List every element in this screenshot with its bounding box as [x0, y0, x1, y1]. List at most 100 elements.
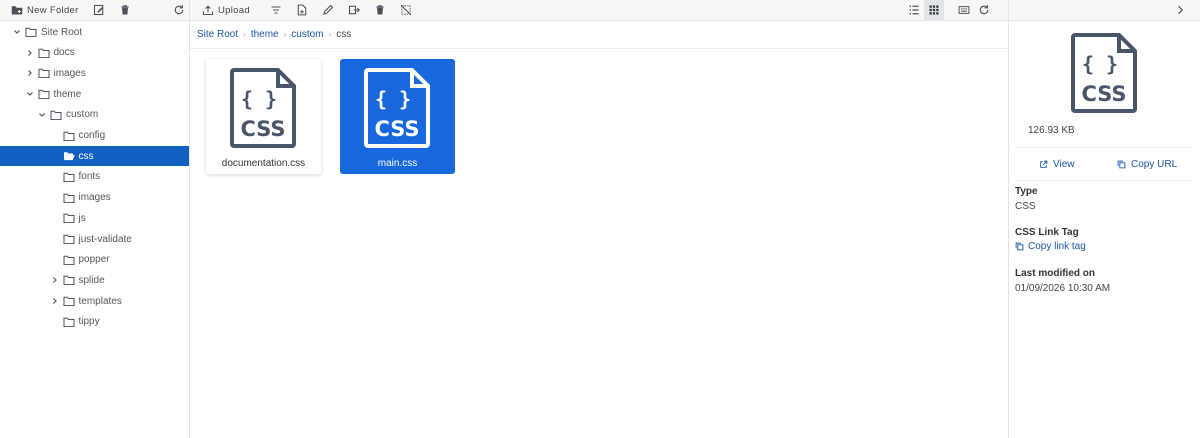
copy-url-label: Copy URL [1131, 158, 1178, 170]
breadcrumb: Site Root › theme › custom › css [190, 21, 1008, 49]
move-icon [348, 5, 360, 15]
list-view-button[interactable] [904, 0, 924, 21]
css-link-tag-label: CSS Link Tag [1015, 227, 1079, 238]
folder-icon [63, 131, 74, 141]
tree-item-popper[interactable]: popper [0, 250, 189, 270]
copy-url-button[interactable]: Copy URL [1117, 159, 1177, 170]
copy-link-tag-button[interactable]: Copy link tag [1015, 241, 1086, 252]
folder-icon [25, 27, 37, 37]
folder-icon [63, 317, 74, 327]
chevron-right-icon[interactable] [25, 68, 35, 78]
new-file-button[interactable] [292, 0, 312, 21]
tree-item-images[interactable]: images [0, 188, 189, 208]
tree-item-label: css [78, 150, 94, 162]
css-file-icon: { } CSS [1071, 33, 1137, 113]
delete-file-button[interactable] [370, 0, 390, 21]
tree-item-label: custom [66, 109, 99, 121]
view-label: View [1053, 158, 1075, 170]
tree-item-theme[interactable]: theme [0, 84, 189, 104]
edit-button[interactable] [318, 0, 338, 21]
thumbnail-view-button[interactable] [954, 0, 974, 21]
chevron-right-icon[interactable] [50, 296, 60, 306]
last-modified-label: Last modified on [1015, 268, 1095, 279]
svg-text:CSS: CSS [1081, 82, 1126, 106]
tree-item-just-validate[interactable]: just-validate [0, 229, 189, 249]
tree-toolbar: New Folder [0, 0, 189, 21]
grid-view-icon [929, 5, 939, 15]
details-toolbar [1009, 0, 1200, 21]
new-folder-icon [11, 6, 23, 15]
tree-item-label: js [78, 212, 86, 224]
chevron-down-icon[interactable] [12, 27, 22, 37]
folder-icon [38, 89, 49, 100]
copy-icon [1015, 242, 1024, 251]
deselect-button[interactable] [396, 0, 416, 21]
breadcrumb-theme[interactable]: theme [251, 29, 279, 40]
file-name: documentation.css [221, 158, 306, 169]
tree-item-site-root[interactable]: Site Root [0, 22, 189, 42]
main-toolbar: Upload [190, 0, 1008, 21]
chevron-down-icon[interactable] [37, 110, 47, 120]
sort-button[interactable] [266, 0, 286, 21]
tree-item-js[interactable]: js [0, 208, 189, 228]
copy-link-tag-label: Copy link tag [1028, 241, 1086, 252]
chevron-down-icon[interactable] [25, 89, 35, 99]
edit-icon [323, 4, 334, 15]
refresh-files-button[interactable] [974, 0, 994, 21]
tree-item-css[interactable]: css [0, 146, 189, 167]
last-modified-value: 01/09/2026 10:30 AM [1015, 283, 1111, 294]
svg-text:CSS: CSS [240, 117, 285, 141]
css-file-icon: { } CSS [230, 68, 296, 148]
file-browser-pane: Upload Site Root › theme › custom › css … [190, 0, 1008, 438]
css-file-icon: { } CSS [364, 68, 430, 148]
list-view-icon [909, 5, 919, 15]
upload-icon [202, 5, 214, 16]
new-folder-button[interactable]: New Folder [0, 0, 83, 21]
collapse-details-button[interactable] [1170, 0, 1190, 21]
tree-item-label: templates [78, 295, 122, 307]
breadcrumb-custom[interactable]: custom [291, 29, 323, 40]
tree-item-label: images [53, 67, 86, 79]
breadcrumb-separator-icon: › [283, 30, 287, 39]
chevron-right-icon[interactable] [25, 48, 35, 58]
details-pane: { } CSS 126.93 KB View Copy URL Type CSS… [1008, 0, 1200, 438]
tree-item-fonts[interactable]: fonts [0, 167, 189, 187]
refresh-icon [979, 5, 989, 15]
sort-icon [271, 6, 281, 14]
folder-icon [63, 276, 74, 286]
refresh-icon [174, 5, 183, 15]
refresh-tree-button[interactable] [169, 0, 189, 21]
tree-item-splide[interactable]: splide [0, 270, 189, 290]
svg-text:{ }: { } [1082, 52, 1118, 76]
tree-item-images[interactable]: images [0, 63, 189, 83]
chevron-right-icon[interactable] [50, 275, 60, 285]
breadcrumb-site-root[interactable]: Site Root [197, 29, 238, 40]
tree-item-label: theme [53, 88, 82, 100]
new-folder-label: New Folder [27, 4, 79, 16]
tree-item-docs[interactable]: docs [0, 43, 189, 63]
rename-icon [93, 4, 103, 16]
move-button[interactable] [344, 0, 364, 21]
view-button[interactable]: View [1039, 159, 1075, 170]
type-label: Type [1015, 186, 1038, 197]
tree-item-templates[interactable]: templates [0, 291, 189, 311]
file-size: 126.93 KB [1028, 125, 1075, 136]
upload-button[interactable]: Upload [198, 0, 254, 21]
trash-icon [120, 5, 129, 15]
file-card-main-css[interactable]: { } CSS main.css [340, 59, 455, 174]
rename-button[interactable] [89, 0, 109, 21]
type-value: CSS [1015, 201, 1036, 212]
tree-item-label: splide [78, 274, 105, 286]
tree-item-custom[interactable]: custom [0, 105, 189, 125]
delete-folder-button[interactable] [115, 0, 135, 21]
file-card-documentation-css[interactable]: { } CSS documentation.css [206, 59, 321, 174]
grid-view-button[interactable] [924, 0, 944, 21]
folder-icon [63, 234, 74, 244]
tree-item-config[interactable]: config [0, 126, 189, 146]
tree-item-tippy[interactable]: tippy [0, 312, 189, 332]
